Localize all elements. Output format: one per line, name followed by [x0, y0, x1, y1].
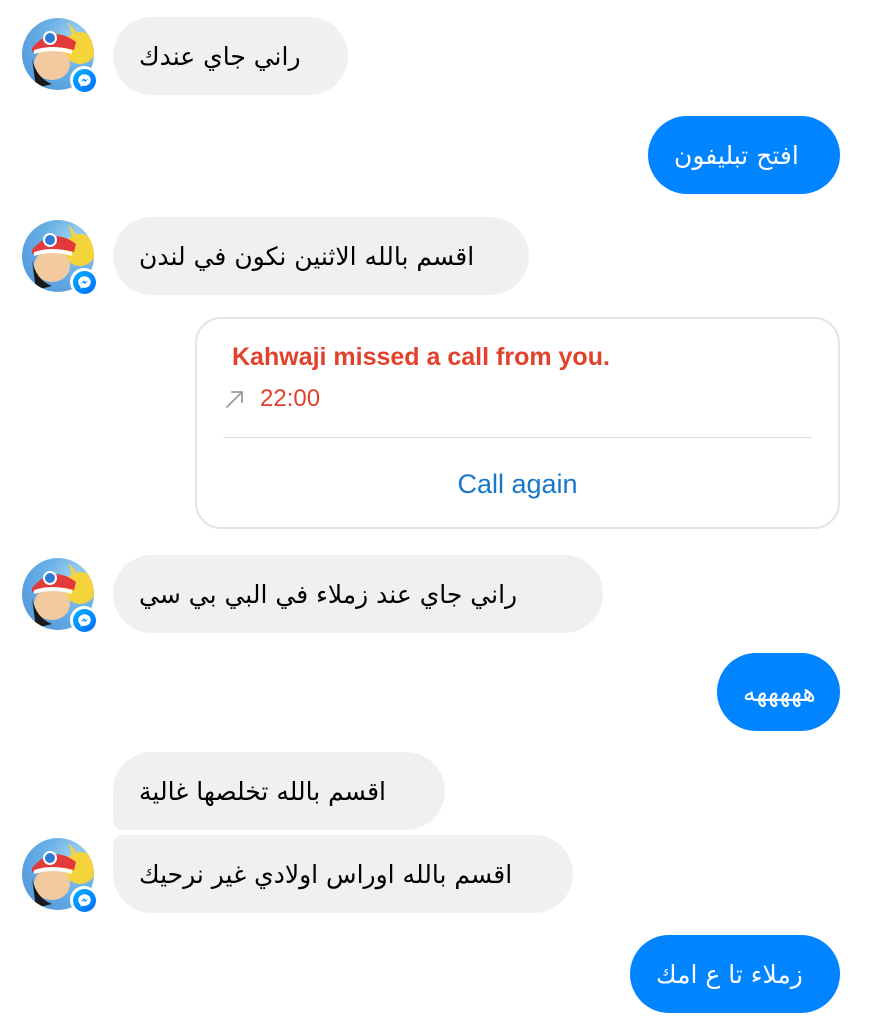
missed-call-card: Kahwaji missed a call from you. 22:00 Ca… [195, 317, 840, 529]
incoming-message-bubble[interactable]: راني جاي عند زملاء في البي بي سي [113, 555, 603, 633]
incoming-message-bubble[interactable]: اقسم بالله تخلصها غالية [113, 752, 445, 830]
contact-avatar[interactable] [22, 220, 98, 296]
incoming-message-bubble[interactable]: راني جاي عندك [113, 17, 348, 95]
message-text: راني جاي عندك [139, 41, 301, 71]
message-text: اقسم بالله تخلصها غالية [139, 776, 386, 806]
call-time: 22:00 [260, 385, 321, 412]
message-text: زملاء تا ع امك [656, 959, 803, 989]
incoming-message-bubble[interactable]: اقسم بالله اوراس اولادي غير نرحيك [113, 835, 573, 913]
messenger-badge-icon [70, 268, 98, 296]
outgoing-arrow-icon [226, 391, 243, 408]
messenger-badge-icon [70, 606, 98, 634]
message-text: هههههه [743, 677, 816, 707]
missed-call-title: Kahwaji missed a call from you. [232, 343, 610, 371]
messenger-badge-icon [70, 886, 98, 914]
call-again-button[interactable]: Call again [197, 469, 838, 500]
divider [223, 437, 812, 438]
outgoing-message-bubble[interactable]: افتح تبليفون [648, 116, 840, 194]
message-text: اقسم بالله اوراس اولادي غير نرحيك [139, 859, 513, 889]
incoming-message-bubble[interactable]: اقسم بالله الاثنين نكون في لندن [113, 217, 529, 295]
message-text: راني جاي عند زملاء في البي بي سي [139, 579, 518, 609]
message-text: افتح تبليفون [674, 140, 799, 170]
contact-avatar[interactable] [22, 838, 98, 914]
outgoing-message-bubble[interactable]: زملاء تا ع امك [630, 935, 840, 1013]
contact-avatar[interactable] [22, 558, 98, 634]
message-text: اقسم بالله الاثنين نكون في لندن [139, 241, 475, 271]
outgoing-message-bubble[interactable]: هههههه [717, 653, 840, 731]
contact-avatar[interactable] [22, 18, 98, 94]
messenger-badge-icon [70, 66, 98, 94]
